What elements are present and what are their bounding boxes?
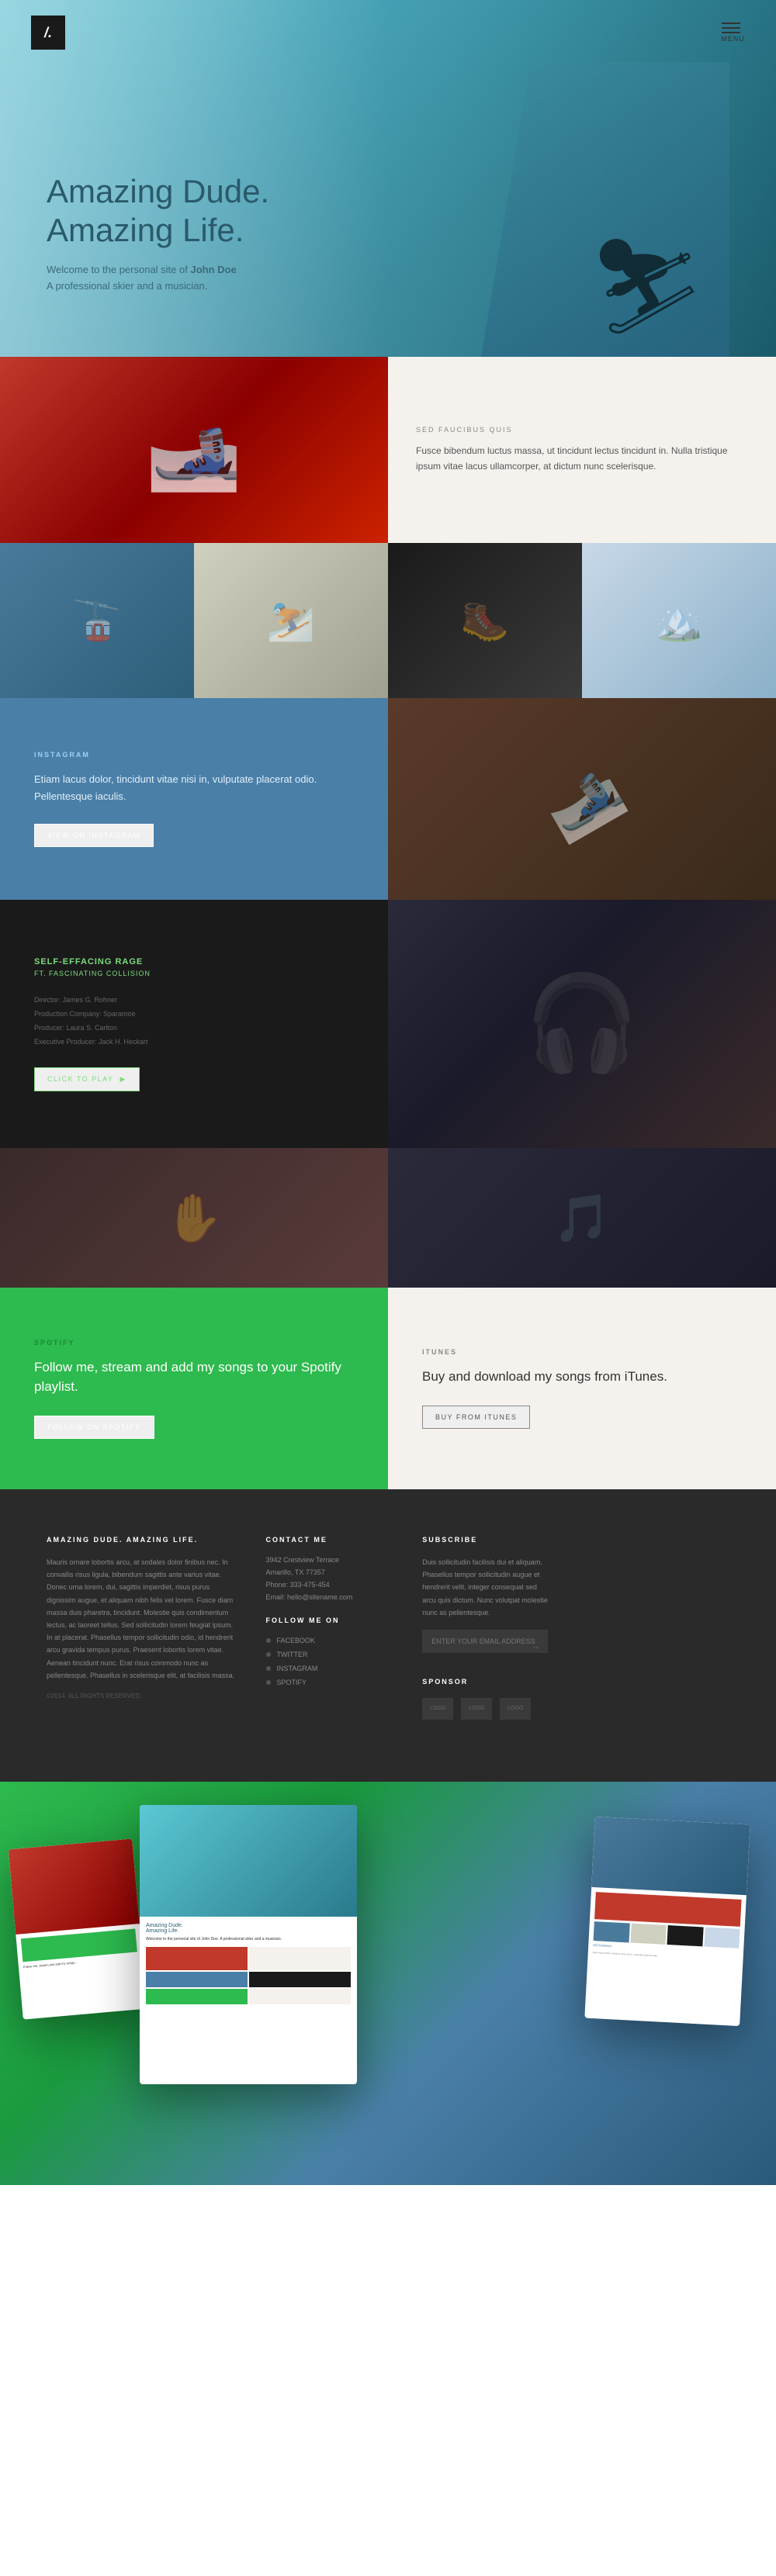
mockup-main-device: Amazing Dude.Amazing Life. Welcome to th… xyxy=(140,1805,357,2084)
instagram-button[interactable]: VIEW ON INSTAGRAM xyxy=(34,824,154,847)
sponsor-label: SPONSOR xyxy=(422,1678,548,1686)
thumb-right-image: 🎵 xyxy=(388,1148,776,1288)
music-subtitle: FT. FASCINATING COLLISION xyxy=(34,970,354,977)
play-icon: ▶ xyxy=(120,1075,126,1084)
mockup-right-top xyxy=(591,1817,750,1895)
music-section: SELF-EFFACING RAGE FT. FASCINATING COLLI… xyxy=(0,900,776,1148)
photo-cell-1: 🚡 xyxy=(0,543,194,698)
mockup-section: Follow me, stream and add my songs... Am… xyxy=(0,1782,776,2185)
credit-3: Producer: Laura S. Carlton xyxy=(34,1021,354,1035)
thumb-left-image: ✋ xyxy=(0,1148,388,1288)
hamburger-icon xyxy=(722,22,746,33)
mockup-main-content: Amazing Dude.Amazing Life. Welcome to th… xyxy=(140,1917,357,2011)
footer-brand: AMAZING DUDE. AMAZING LIFE. xyxy=(47,1536,235,1544)
faucibus-body: Fusce bibendum luctus massa, ut tincidun… xyxy=(416,443,748,475)
site-logo[interactable]: /. xyxy=(31,16,65,50)
faucibus-text: SED FAUCIBUS QUIS Fusce bibendum luctus … xyxy=(388,357,776,543)
footer-spotify: SPOTIFY xyxy=(266,1679,392,1686)
photo-cell-3: 🥾 xyxy=(388,543,582,698)
credit-2: Production Company: Sparamoe xyxy=(34,1007,354,1021)
footer-about: AMAZING DUDE. AMAZING LIFE. Mauris ornar… xyxy=(47,1536,235,1720)
footer-grid: AMAZING DUDE. AMAZING LIFE. Mauris ornar… xyxy=(47,1536,729,1720)
itunes-label: ITUNES xyxy=(422,1348,742,1356)
footer-address-1: 3942 Crestview Terrace xyxy=(266,1556,392,1564)
footer-contact: CONTACT ME 3942 Crestview Terrace Amaril… xyxy=(266,1536,392,1720)
mockup-left-device: Follow me, stream and add my songs... xyxy=(9,1838,147,2019)
mockup-right-content: INSTAGRAM Etiam lacus dolor, tincidunt v… xyxy=(587,1887,747,1966)
mockup-left-screen xyxy=(9,1838,140,1935)
footer-email: Email: hello@sitename.com xyxy=(266,1593,392,1601)
submit-arrow-icon: → xyxy=(531,1641,540,1651)
photo-cell-4: 🏔️ xyxy=(582,543,776,698)
credit-1: Director: James G. Rohner xyxy=(34,993,354,1007)
music-image: 🎧 xyxy=(388,900,776,1148)
menu-toggle[interactable]: MENU xyxy=(722,22,746,43)
itunes-text: Buy and download my songs from iTunes. xyxy=(422,1367,742,1387)
music-title: SELF-EFFACING RAGE xyxy=(34,957,354,966)
instagram-section: INSTAGRAM Etiam lacus dolor, tincidunt v… xyxy=(0,698,776,900)
music-thumb-icon: 🎵 xyxy=(553,1191,611,1246)
footer-subscribe-label: SUBSCRIBE xyxy=(422,1536,548,1544)
mockup-right-device: INSTAGRAM Etiam lacus dolor, tincidunt v… xyxy=(584,1817,750,2026)
sponsor-logo-2: LOGO xyxy=(461,1698,492,1720)
footer-copyright: ©2014. ALL RIGHTS RESERVED. xyxy=(47,1691,235,1702)
music-info: SELF-EFFACING RAGE FT. FASCINATING COLLI… xyxy=(0,900,388,1148)
music-thumbnails: ✋ 🎵 xyxy=(0,1148,776,1288)
footer-contact-label: CONTACT ME xyxy=(266,1536,392,1544)
instagram-label: INSTAGRAM xyxy=(34,751,354,759)
photo-icon-3: 🥾 xyxy=(388,543,582,698)
spotify-dot xyxy=(266,1680,271,1685)
footer-follow-label: FOLLOW ME ON xyxy=(266,1616,392,1624)
spotify-text: Follow me, stream and add my songs to yo… xyxy=(34,1357,354,1397)
sponsor-logos: LOGO LOGO LOGO xyxy=(422,1698,548,1720)
music-credits: Director: James G. Rohner Production Com… xyxy=(34,993,354,1049)
sponsor-logo-3: LOGO xyxy=(500,1698,531,1720)
footer-twitter: TWITTER xyxy=(266,1651,392,1658)
footer-about-text: Mauris ornare lobortis arcu, at sodales … xyxy=(47,1556,235,1682)
footer: AMAZING DUDE. AMAZING LIFE. Mauris ornar… xyxy=(0,1489,776,1782)
hero-description: Welcome to the personal site of John Doe… xyxy=(47,262,269,295)
footer-address-2: Amarillo, TX 77357 xyxy=(266,1568,392,1576)
instagram-content: INSTAGRAM Etiam lacus dolor, tincidunt v… xyxy=(0,698,388,900)
helmet-icon: 🎿 xyxy=(146,405,243,496)
footer-subscribe: SUBSCRIBE Duis sollicitudin facilisis du… xyxy=(422,1536,548,1720)
spotify-block: SPOTIFY Follow me, stream and add my son… xyxy=(0,1288,388,1489)
spotify-button[interactable]: FOLLOW ON SPOTIFY xyxy=(34,1416,154,1439)
footer-facebook: FACEBOOK xyxy=(266,1637,392,1644)
headphones-icon: 🎧 xyxy=(524,970,639,1078)
photo-icon-2: ⛷️ xyxy=(194,543,388,698)
instagram-text: Etiam lacus dolor, tincidunt vitae nisi … xyxy=(34,771,354,805)
helmet-image: 🎿 xyxy=(0,357,388,543)
navigation: /. MENU xyxy=(0,0,776,65)
subscribe-input-wrap: → xyxy=(422,1630,548,1662)
instagram-image: 🎿 xyxy=(388,698,776,900)
instagram-dot xyxy=(266,1666,271,1671)
faucibus-label: SED FAUCIBUS QUIS xyxy=(416,426,748,434)
hero-content: Amazing Dude. Amazing Life. Welcome to t… xyxy=(47,172,269,295)
hand-icon: ✋ xyxy=(165,1191,223,1246)
credit-4: Executive Producer: Jack H. Heckart xyxy=(34,1035,354,1049)
footer-instagram: INSTAGRAM xyxy=(266,1665,392,1672)
streaming-section: SPOTIFY Follow me, stream and add my son… xyxy=(0,1288,776,1489)
itunes-block: ITUNES Buy and download my songs from iT… xyxy=(388,1288,776,1489)
hero-title: Amazing Dude. Amazing Life. xyxy=(47,172,269,251)
facebook-dot xyxy=(266,1638,271,1643)
spotify-label: SPOTIFY xyxy=(34,1339,354,1347)
photo-icon-1: 🚡 xyxy=(0,543,194,698)
twitter-dot xyxy=(266,1652,271,1657)
footer-subscribe-text: Duis sollicitudin facilisis dui et aliqu… xyxy=(422,1556,548,1619)
play-button[interactable]: CLICK TO PLAY ▶ xyxy=(34,1067,140,1091)
photo-icon-4: 🏔️ xyxy=(582,543,776,698)
ski-icon: 🎿 xyxy=(530,748,633,849)
footer-phone: Phone: 333-475-454 xyxy=(266,1581,392,1589)
mockup-hero-screen xyxy=(140,1805,357,1917)
photo-cell-2: ⛷️ xyxy=(194,543,388,698)
faucibus-section: 🎿 SED FAUCIBUS QUIS Fusce bibendum luctu… xyxy=(0,357,776,543)
itunes-button[interactable]: BUY FROM ITUNES xyxy=(422,1406,530,1429)
sponsor-logo-1: LOGO xyxy=(422,1698,453,1720)
hero-section: /. MENU Amazing Dude. Amazing Life. Welc… xyxy=(0,0,776,357)
menu-label: MENU xyxy=(722,35,746,43)
photo-grid: 🚡 ⛷️ 🥾 🏔️ xyxy=(0,543,776,698)
subscribe-email-input[interactable] xyxy=(422,1630,548,1653)
